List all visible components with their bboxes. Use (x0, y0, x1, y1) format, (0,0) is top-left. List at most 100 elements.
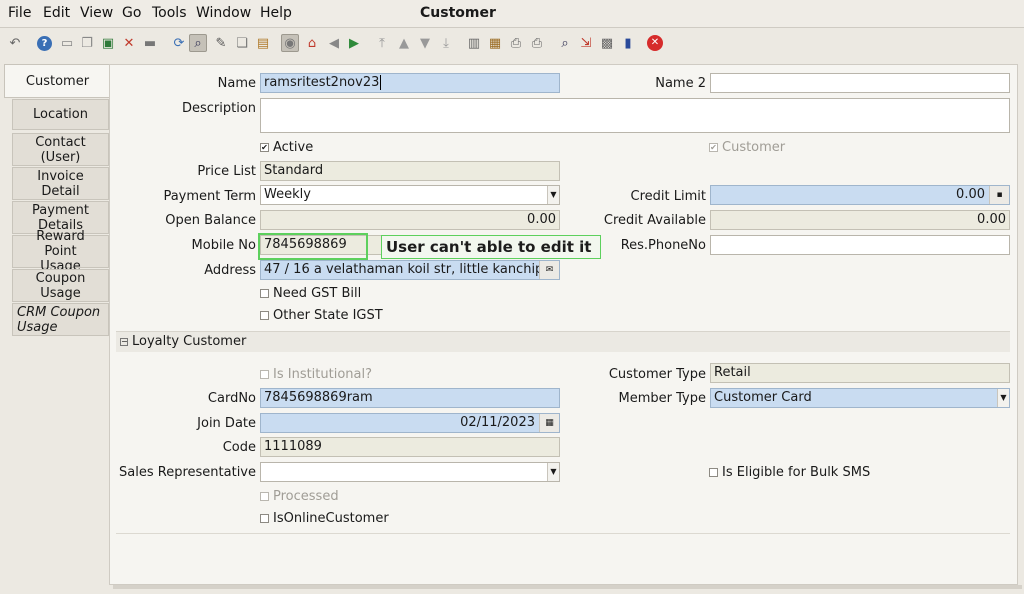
price-list-field: Standard (260, 161, 560, 181)
print-icon[interactable]: ⎙ (528, 34, 546, 52)
payment-term-select[interactable]: Weekly ▼ (260, 185, 560, 205)
tab-coupon-usage-label: Coupon Usage (35, 270, 86, 301)
tab-coupon-usage[interactable]: Coupon Usage (12, 269, 109, 302)
is-institutional-label: Is Institutional? (273, 367, 373, 382)
menu-go[interactable]: Go (122, 5, 141, 21)
bulk-sms-checkbox[interactable]: Is Eligible for Bulk SMS (709, 465, 870, 480)
prev-record-icon[interactable]: ▲ (395, 34, 413, 52)
need-gst-box-icon (260, 289, 269, 298)
menu-tools[interactable]: Tools (152, 5, 187, 21)
archive-icon[interactable]: ▦ (486, 34, 504, 52)
tab-customer[interactable]: Customer (4, 64, 110, 98)
new-record-icon[interactable]: ▭ (58, 34, 76, 52)
name-field[interactable]: ramsritest2nov23 (260, 73, 560, 93)
active-check-icon: ✔ (260, 143, 269, 152)
undo-icon[interactable]: ↶ (6, 34, 24, 52)
payment-term-value: Weekly (264, 187, 311, 202)
description-label: Description (181, 101, 256, 116)
report-icon[interactable]: ▥ (465, 34, 483, 52)
tab-contact-user[interactable]: Contact (User) (12, 133, 109, 166)
online-customer-checkbox[interactable]: IsOnlineCustomer (260, 511, 389, 526)
member-type-select[interactable]: Customer Card ▼ (710, 388, 1010, 408)
chat-icon[interactable]: ❏ (233, 34, 251, 52)
request-icon[interactable]: ▮ (619, 34, 637, 52)
delete-icon[interactable]: ✕ (120, 34, 138, 52)
credit-limit-field[interactable]: 0.00 ▪ (710, 185, 1010, 205)
menu-view[interactable]: View (80, 5, 113, 21)
save-icon[interactable]: ▣ (99, 34, 117, 52)
tab-location[interactable]: Location (12, 99, 109, 130)
collapse-icon[interactable]: − (120, 337, 128, 346)
need-gst-checkbox[interactable]: Need GST Bill (260, 286, 361, 301)
mobile-label: Mobile No (191, 238, 256, 253)
other-state-igst-label: Other State IGST (273, 308, 383, 323)
last-record-icon[interactable]: ⤓ (437, 34, 455, 52)
member-type-label: Member Type (618, 391, 706, 406)
sales-rep-select[interactable]: ▼ (260, 462, 560, 482)
menu-bar: File Edit View Go Tools Window Help Cust… (0, 0, 1024, 28)
calculator-icon[interactable]: ▪ (989, 186, 1009, 204)
cardno-field[interactable]: 7845698869ram (260, 388, 560, 408)
loyalty-section-header[interactable]: − Loyalty Customer (116, 331, 1010, 352)
address-label: Address (204, 263, 256, 278)
bulk-sms-label: Is Eligible for Bulk SMS (722, 465, 871, 480)
tab-contact-user-label: Contact (User) (35, 134, 86, 165)
need-gst-label: Need GST Bill (273, 286, 362, 301)
menu-edit[interactable]: Edit (43, 5, 70, 21)
menu-help[interactable]: Help (260, 5, 292, 21)
name2-field[interactable] (710, 73, 1010, 93)
tab-invoice-detail[interactable]: Invoice Detail (12, 167, 109, 200)
chevron-down-icon[interactable]: ▼ (997, 389, 1009, 407)
location-picker-icon[interactable]: ✉ (539, 261, 559, 279)
credit-limit-label: Credit Limit (630, 189, 706, 204)
tab-reward-point-usage-label: Reward Point Usage (36, 229, 85, 274)
copy-record-icon[interactable]: ❐ (78, 34, 96, 52)
window-title: Customer (420, 5, 496, 21)
next-icon[interactable]: ▶ (345, 34, 363, 52)
tab-reward-point-usage[interactable]: Reward Point Usage (12, 229, 109, 274)
sales-rep-label: Sales Representative (119, 465, 256, 480)
name2-label: Name 2 (655, 76, 706, 91)
calendar-icon[interactable]: ▦ (539, 414, 559, 432)
history-icon[interactable]: ▤ (254, 34, 272, 52)
delete-selection-icon[interactable]: ▬ (141, 34, 159, 52)
help-icon[interactable]: ? (37, 36, 52, 51)
chevron-down-icon[interactable]: ▼ (547, 186, 559, 204)
tab-customer-label: Customer (25, 73, 90, 89)
code-field: 1111089 (260, 437, 560, 457)
find-icon[interactable]: ⌕ (189, 34, 207, 52)
tab-invoice-detail-label: Invoice Detail (37, 168, 84, 199)
menu-file[interactable]: File (8, 5, 31, 21)
payment-term-label: Payment Term (163, 189, 256, 204)
res-phone-field[interactable] (710, 235, 1010, 255)
attachment-icon[interactable]: ✎ (212, 34, 230, 52)
loyalty-section-label: Loyalty Customer (132, 334, 247, 349)
exit-icon[interactable]: ✕ (647, 35, 663, 51)
chevron-down-icon[interactable]: ▼ (547, 463, 559, 481)
tab-location-label: Location (33, 107, 88, 122)
refresh-icon[interactable]: ⟳ (170, 34, 188, 52)
zoom-across-icon[interactable]: ⌕ (556, 34, 574, 52)
product-info-icon[interactable]: ▩ (598, 34, 616, 52)
address-field[interactable]: 47 / 16 a velathaman koil str, little ka… (260, 260, 560, 280)
previous-icon[interactable]: ◀ (325, 34, 343, 52)
grid-toggle-icon[interactable]: ◉ (281, 34, 299, 52)
home-icon[interactable]: ⌂ (303, 34, 321, 52)
address-value: 47 / 16 a velathaman koil str, little ka… (264, 262, 552, 277)
active-checkbox[interactable]: ✔ Active (260, 140, 313, 155)
open-balance-field: 0.00 (260, 210, 560, 230)
join-date-field[interactable]: 02/11/2023 ▦ (260, 413, 560, 433)
tab-crm-coupon-usage[interactable]: CRM Coupon Usage (12, 303, 109, 336)
mobile-highlight-box (258, 233, 368, 260)
print-preview-icon[interactable]: ⎙ (507, 34, 525, 52)
next-record-icon[interactable]: ▼ (416, 34, 434, 52)
menu-window[interactable]: Window (196, 5, 251, 21)
first-record-icon[interactable]: ⤒ (373, 34, 391, 52)
workflow-icon[interactable]: ⇲ (577, 34, 595, 52)
credit-limit-value: 0.00 (956, 187, 985, 202)
is-institutional-box-icon (260, 370, 269, 379)
description-field[interactable] (260, 98, 1010, 133)
toolbar: ↶ ? ▭ ❐ ▣ ✕ ▬ ⟳ ⌕ ✎ ❏ ▤ ◉ ⌂ ◀ ▶ ⤒ ▲ ▼ ⤓ … (0, 30, 1024, 58)
other-state-igst-checkbox[interactable]: Other State IGST (260, 308, 383, 323)
res-phone-label: Res.PhoneNo (620, 238, 706, 253)
